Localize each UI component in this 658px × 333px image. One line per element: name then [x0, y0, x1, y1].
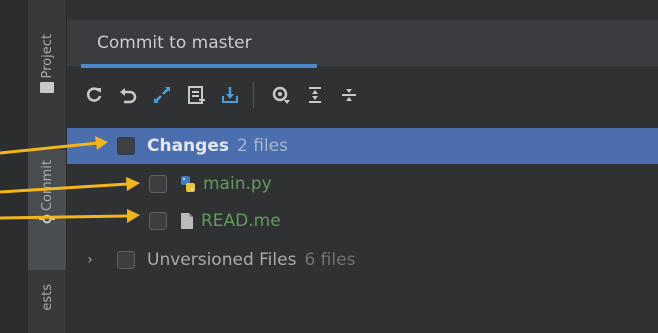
text-file-icon	[181, 213, 193, 229]
ide-window: Project Commit ests Commit to master Cha…	[0, 0, 658, 333]
file-checkbox[interactable]	[149, 212, 167, 230]
commit-toolbar	[67, 70, 658, 120]
changes-node[interactable]: Changes 2 files	[67, 128, 658, 164]
tool-window-strip: Project Commit ests	[28, 0, 67, 333]
chevron-right-icon[interactable]: ›	[81, 252, 99, 268]
changelist-icon	[188, 86, 205, 104]
unversioned-label: Unversioned Files	[147, 250, 297, 270]
shelve-button[interactable]	[215, 80, 245, 110]
changes-title: Changes	[147, 136, 229, 156]
unversioned-count: 6 files	[304, 250, 356, 270]
tool-tab-project[interactable]: Project	[28, 34, 66, 94]
toolbar-separator	[253, 82, 254, 108]
changelist-button[interactable]	[181, 80, 211, 110]
file-name: main.py	[203, 174, 272, 194]
file-checkbox[interactable]	[149, 175, 167, 193]
unversioned-files-node[interactable]: › Unversioned Files 6 files	[67, 242, 658, 278]
diff-icon	[154, 87, 170, 103]
changes-label: Changes 2 files	[147, 136, 288, 156]
python-file-icon	[181, 176, 195, 192]
expand-all-icon	[309, 87, 321, 103]
commit-panel: Commit to master Changes 2 files main.py…	[67, 0, 658, 333]
rollback-button[interactable]	[113, 80, 143, 110]
file-row-main-py[interactable]: main.py	[67, 166, 658, 202]
tool-tab-commit[interactable]: Commit	[28, 150, 66, 270]
shelve-icon	[222, 87, 238, 103]
rollback-icon	[120, 88, 137, 104]
refresh-icon	[86, 87, 102, 102]
active-tab-indicator	[81, 64, 317, 68]
collapse-all-icon	[342, 89, 356, 101]
file-row-readme[interactable]: READ.me	[67, 203, 658, 239]
show-diff-button[interactable]	[147, 80, 177, 110]
refresh-button[interactable]	[79, 80, 109, 110]
commit-icon	[39, 214, 55, 224]
tab-bar: Commit to master	[67, 20, 658, 68]
view-options-button[interactable]	[266, 80, 296, 110]
unversioned-checkbox[interactable]	[117, 251, 135, 269]
file-name: READ.me	[201, 211, 281, 231]
tool-tab-project-label: Project	[39, 34, 55, 79]
tool-tab-commit-label: Commit	[39, 160, 55, 212]
tab-commit-to-master[interactable]: Commit to master	[89, 20, 311, 66]
changes-count: 2 files	[236, 136, 288, 156]
collapse-all-button[interactable]	[334, 80, 364, 110]
expand-all-button[interactable]	[300, 80, 330, 110]
tool-tab-pull-requests[interactable]: ests	[28, 284, 66, 311]
view-options-icon	[272, 86, 290, 104]
tool-tab-pull-requests-label: ests	[39, 284, 55, 311]
folder-icon	[40, 82, 54, 94]
changes-checkbox[interactable]	[117, 137, 135, 155]
tab-commit-to-master-label: Commit to master	[97, 33, 252, 53]
